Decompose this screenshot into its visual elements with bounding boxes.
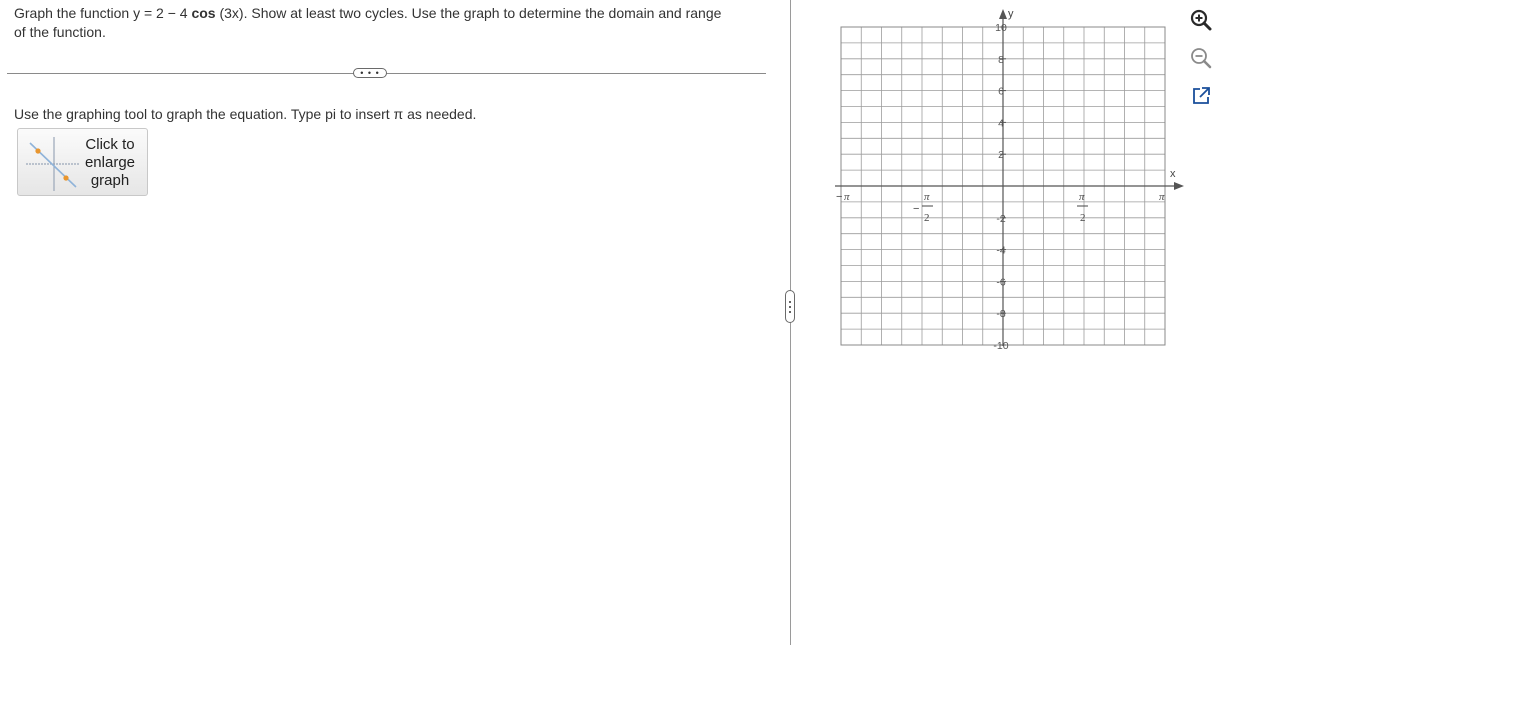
popout-button[interactable] xyxy=(1188,83,1214,109)
x-axis-label: x xyxy=(1170,168,1176,180)
enlarge-graph-button[interactable]: Click to enlarge graph xyxy=(17,128,148,196)
graphing-area[interactable]: y x 10 8 6 4 2 -2 -4 -6 -8 -10 − π − π 2 π 2 π xyxy=(830,0,1190,360)
y-tick-label: 8 xyxy=(998,54,1004,66)
y-axis-label: y xyxy=(1008,8,1014,20)
enlarge-label-line-2: enlarge xyxy=(84,154,136,171)
x-tick-neg-half-pi-den: 2 xyxy=(924,212,930,224)
zoom-in-icon xyxy=(1190,9,1212,31)
y-tick-label: -4 xyxy=(996,245,1005,257)
x-tick-neg-half-pi-sign: − xyxy=(913,203,919,215)
y-tick-label: -2 xyxy=(996,213,1005,225)
enlarge-label-line-3: graph xyxy=(90,172,130,189)
popout-icon xyxy=(1193,87,1210,104)
question-text: Graph the function y = 2 − 4 cos (3x). S… xyxy=(14,4,774,42)
question-function-name: cos xyxy=(191,5,216,21)
zoom-out-button[interactable] xyxy=(1188,45,1214,71)
graph-instruction: Use the graphing tool to graph the equat… xyxy=(14,106,477,122)
y-tick-label: 2 xyxy=(998,149,1004,161)
x-tick-half-pi-num: π xyxy=(1079,191,1085,203)
splitter-handle[interactable] xyxy=(785,290,795,323)
enlarge-label-line-1: Click to xyxy=(85,136,135,153)
zoom-out-icon xyxy=(1191,48,1212,69)
show-more-button[interactable]: • • • xyxy=(353,68,387,78)
graph-thumbnail-icon xyxy=(26,137,80,191)
x-tick-neg-half-pi-num: π xyxy=(924,191,930,203)
x-tick-neg-pi: π xyxy=(844,191,850,203)
x-tick-pi: π xyxy=(1159,191,1165,203)
x-tick-half-pi-den: 2 xyxy=(1080,212,1086,224)
y-tick-label: -10 xyxy=(993,340,1008,352)
y-tick-label: -6 xyxy=(996,276,1005,288)
y-tick-label: 6 xyxy=(998,86,1004,98)
x-tick-neg-pi-sign: − xyxy=(836,191,842,203)
y-tick-label: 4 xyxy=(998,117,1004,129)
zoom-in-button[interactable] xyxy=(1188,7,1214,33)
x-axis-arrow xyxy=(1174,182,1184,190)
y-tick-label: 10 xyxy=(995,22,1007,34)
y-axis-arrow xyxy=(999,9,1007,19)
question-line-2: of the function. xyxy=(14,24,106,40)
y-tick-label: -8 xyxy=(996,308,1005,320)
question-line-1: Graph the function y = 2 − 4 cos (3x). S… xyxy=(14,5,722,21)
y-tick-labels: 10 8 6 4 2 -2 -4 -6 -8 -10 xyxy=(993,22,1008,352)
